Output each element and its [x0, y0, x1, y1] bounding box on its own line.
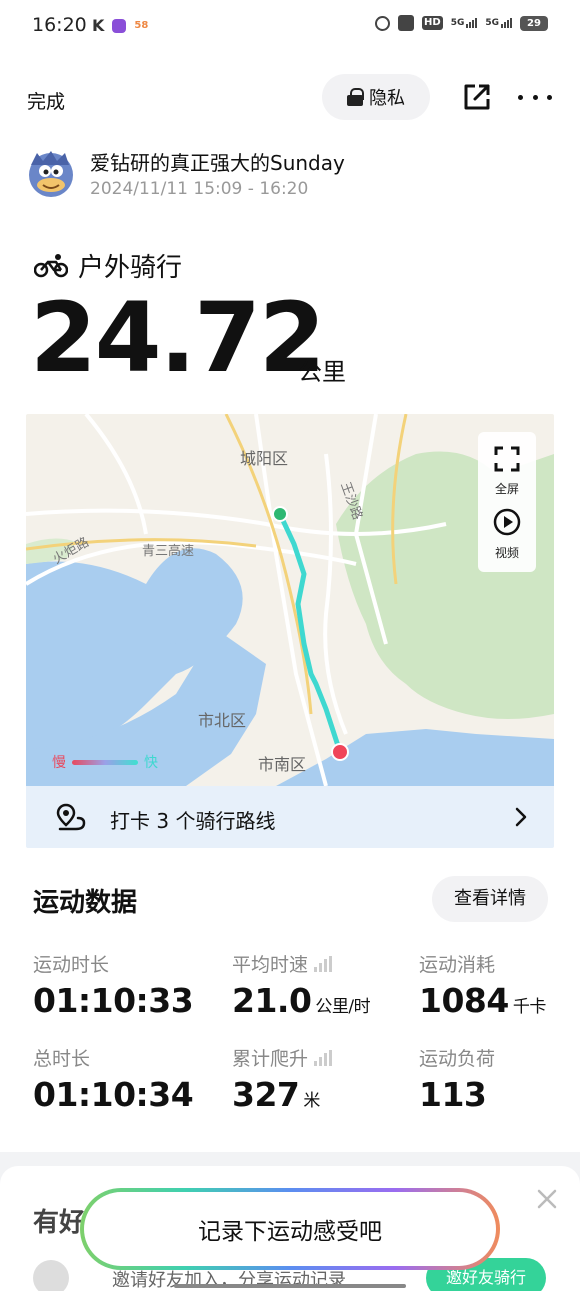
- stat-value: 21.0 公里/时: [232, 981, 371, 1020]
- view-details-button[interactable]: 查看详情: [432, 876, 548, 922]
- privacy-label: 隐私: [369, 88, 405, 109]
- status-bar: 16:20 K 58 HD 5G 5G 29: [0, 0, 580, 52]
- stat-total-duration: 总时长 01:10:34: [33, 1044, 194, 1114]
- stat-duration: 运动时长 01:10:33: [33, 950, 194, 1020]
- stat-label: 累计爬升: [232, 1044, 333, 1071]
- sport-type: 户外骑行: [34, 247, 182, 284]
- stat-value: 01:10:33: [33, 981, 194, 1020]
- route-checkin-text: 打卡 3 个骑行路线: [110, 809, 276, 833]
- stat-label: 运动时长: [33, 954, 110, 976]
- share-icon[interactable]: [462, 82, 492, 112]
- map-label-shinan: 市南区: [258, 755, 306, 774]
- map-label-chengyang: 城阳区: [240, 449, 288, 468]
- record-feeling-button[interactable]: 记录下运动感受吧: [80, 1188, 500, 1270]
- route-end-marker: [331, 743, 349, 761]
- status-time: 16:20: [32, 14, 87, 36]
- stat-avg-speed: 平均时速 21.0 公里/时: [232, 950, 371, 1020]
- status-right-icons: HD 5G 5G 29: [375, 15, 548, 31]
- stat-value: 01:10:34: [33, 1075, 194, 1114]
- stat-label: 运动消耗: [419, 954, 496, 976]
- stat-value: 327 米: [232, 1075, 320, 1114]
- signal-5g-icon: 5G: [451, 18, 478, 28]
- speed-legend: 慢 快: [52, 752, 158, 772]
- alarm-icon: [375, 15, 391, 31]
- bike-icon: [34, 253, 68, 277]
- map-controls: 全屏 视频: [478, 432, 536, 572]
- play-icon[interactable]: [493, 508, 521, 536]
- stat-value: 1084 千卡: [419, 981, 546, 1020]
- map-label-shibei: 市北区: [198, 711, 246, 730]
- legend-slow: 慢: [52, 755, 66, 771]
- distance-value: 24.72: [30, 282, 326, 394]
- route-pin-icon: [56, 803, 86, 831]
- activity-datetime: 2024/11/11 15:09 - 16:20: [90, 179, 309, 199]
- stat-training-load: 运动负荷 113: [419, 1044, 495, 1114]
- username: 爱钻研的真正强大的Sunday: [90, 151, 345, 175]
- sport-type-label: 户外骑行: [78, 253, 183, 283]
- invite-avatar: [33, 1260, 69, 1291]
- activity-card: 完成 隐私 爱钻研的真正强大的Sunday 2024/11/11 15:09 -…: [0, 52, 580, 1152]
- route-map[interactable]: 城阳区 王沙路 火炬路 青三高速 市北区 市南区 全屏 视频 慢 快 打卡 3 …: [26, 414, 554, 848]
- chart-bars-icon[interactable]: [314, 1049, 333, 1066]
- id-icon: [398, 15, 415, 31]
- stat-calories: 运动消耗 1084 千卡: [419, 950, 546, 1020]
- done-button[interactable]: 完成: [27, 87, 65, 114]
- fullscreen-label[interactable]: 全屏: [478, 480, 536, 497]
- distance-unit: 公里: [298, 358, 346, 386]
- stat-label: 总时长: [33, 1048, 91, 1070]
- stat-elevation-gain: 累计爬升 327 米: [232, 1044, 333, 1114]
- map-canvas: 城阳区 王沙路 火炬路 青三高速 市北区 市南区: [26, 414, 554, 787]
- legend-fast: 快: [144, 755, 158, 771]
- more-icon[interactable]: [518, 82, 552, 112]
- record-feeling-label: 记录下运动感受吧: [84, 1192, 496, 1266]
- avatar-icon: [29, 151, 73, 197]
- chevron-right-icon: [515, 807, 527, 827]
- speed-gradient-bar: [72, 759, 138, 765]
- route-checkin-row[interactable]: 打卡 3 个骑行路线: [26, 786, 554, 848]
- chart-bars-icon[interactable]: [314, 955, 333, 972]
- route-start-marker: [272, 506, 288, 522]
- friends-title: 有好: [33, 1208, 86, 1238]
- privacy-button[interactable]: 隐私: [322, 74, 430, 120]
- stats-title: 运动数据: [33, 888, 138, 918]
- fullscreen-icon[interactable]: [494, 446, 520, 472]
- hd-icon: HD: [422, 16, 443, 30]
- stat-label: 平均时速: [232, 950, 370, 977]
- close-icon[interactable]: [536, 1188, 558, 1210]
- map-label-qingsan: 青三高速: [142, 543, 194, 559]
- stat-label: 运动负荷: [419, 1048, 496, 1070]
- home-indicator[interactable]: [174, 1284, 406, 1288]
- app-icon-1: [112, 18, 127, 33]
- battery-icon: 29: [520, 15, 548, 31]
- video-label[interactable]: 视频: [478, 544, 536, 561]
- stat-value: 113: [419, 1075, 487, 1114]
- signal-5g-icon: 5G: [485, 18, 512, 28]
- status-left-icons: K 58: [92, 16, 148, 35]
- lock-icon: [347, 88, 364, 106]
- k-icon: K: [92, 16, 105, 35]
- app-icon-2: 58: [134, 20, 149, 31]
